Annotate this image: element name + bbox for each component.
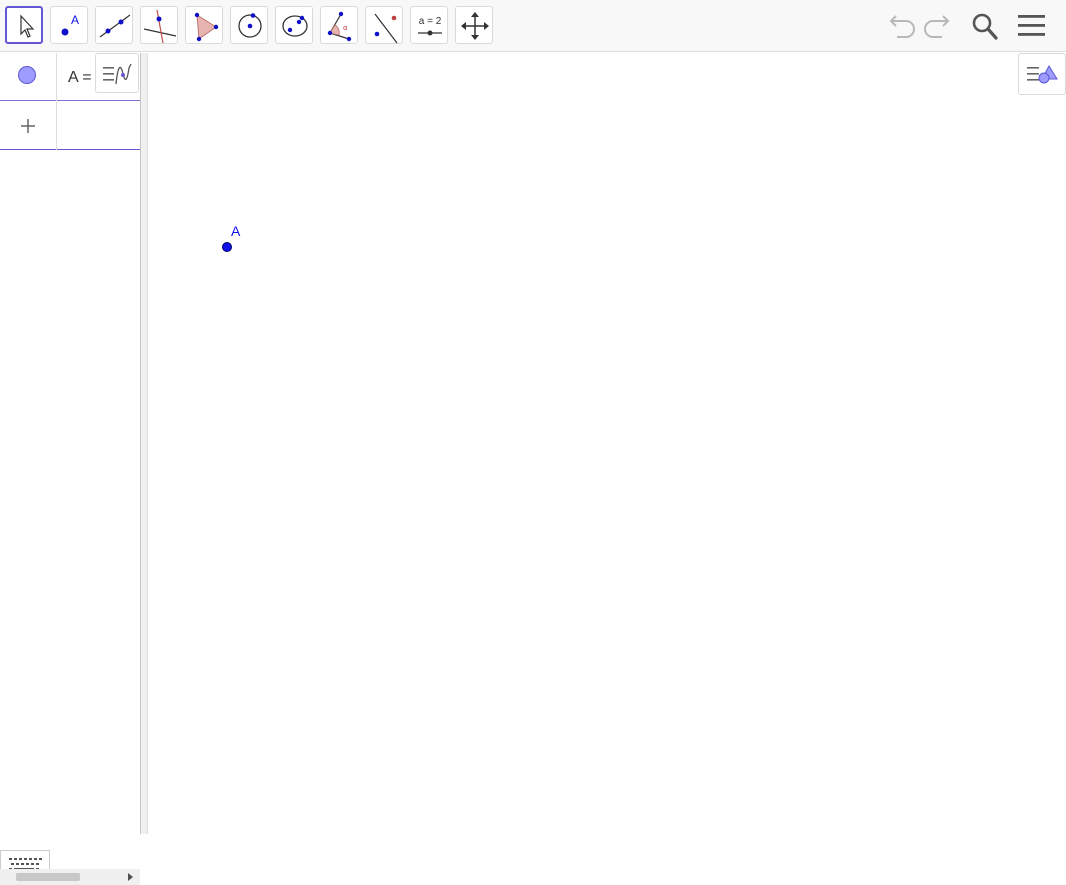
graphics-view[interactable] — [148, 53, 1066, 834]
algebra-item-divider — [56, 53, 57, 101]
main-menu-button[interactable] — [1013, 8, 1049, 44]
angle-icon: α — [327, 11, 352, 42]
tool-perpendicular-line[interactable] — [140, 6, 178, 44]
move-arrow-icon — [20, 14, 35, 38]
tool-point[interactable]: A — [50, 6, 88, 44]
redo-icon — [924, 15, 950, 38]
polygon-icon — [194, 12, 219, 42]
algebra-input-divider — [56, 102, 57, 150]
scrollbar-thumb[interactable] — [16, 873, 80, 881]
svg-text:α: α — [343, 24, 348, 32]
tool-move-graphics-view[interactable] — [455, 6, 493, 44]
line-icon — [99, 14, 131, 38]
tool-line[interactable] — [95, 6, 133, 44]
undo-icon — [889, 15, 915, 38]
tool-ellipse[interactable] — [275, 6, 313, 44]
algebra-input-row[interactable] — [0, 102, 140, 150]
menu-icon — [1018, 15, 1045, 36]
ellipse-icon — [282, 15, 308, 37]
search-button[interactable] — [966, 8, 1002, 44]
view-splitter[interactable] — [141, 53, 148, 834]
perpendicular-line-icon — [143, 9, 177, 44]
point-a-label: A — [231, 223, 241, 239]
search-icon — [972, 13, 998, 40]
tool-move[interactable] — [5, 6, 43, 44]
tool-reflect[interactable] — [365, 6, 403, 44]
reflect-icon — [374, 13, 398, 44]
tool-polygon[interactable] — [185, 6, 223, 44]
visibility-toggle-icon[interactable] — [18, 66, 36, 84]
tool-point-label: A — [71, 13, 80, 27]
graphics-style-bar-button[interactable] — [1018, 53, 1066, 95]
redo-button[interactable] — [920, 8, 956, 44]
tool-slider-label: a = 2 — [418, 16, 442, 27]
scroll-right-arrow-icon[interactable] — [128, 873, 133, 881]
toolbar: A α a = 2 — [0, 0, 1066, 52]
move-view-icon — [461, 12, 489, 40]
point-a[interactable] — [222, 242, 232, 252]
graphics-style-icon — [1027, 64, 1058, 84]
undo-button[interactable] — [883, 8, 919, 44]
tool-circle[interactable] — [230, 6, 268, 44]
point-icon — [61, 28, 69, 36]
algebra-style-icon — [103, 63, 132, 85]
circle-icon — [238, 13, 262, 38]
plus-icon[interactable] — [16, 114, 40, 138]
algebra-view: A = — [0, 53, 141, 885]
algebra-item-text[interactable]: A = — [68, 69, 92, 87]
tool-angle[interactable]: α — [320, 6, 358, 44]
algebra-horizontal-scrollbar[interactable] — [0, 869, 140, 885]
algebra-style-bar-button[interactable] — [95, 53, 139, 93]
tool-slider[interactable]: a = 2 — [410, 6, 448, 44]
